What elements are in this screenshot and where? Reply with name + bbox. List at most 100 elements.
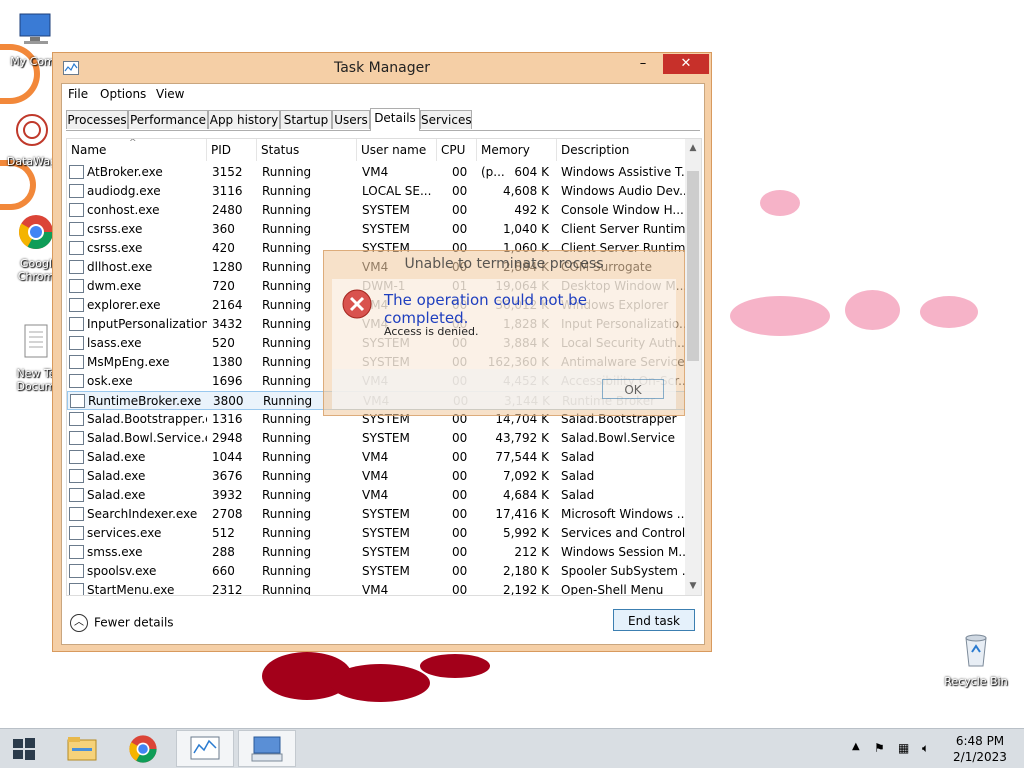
close-button[interactable]: ✕: [663, 54, 709, 74]
process-icon: [69, 507, 84, 521]
cell-cpu: 00: [452, 431, 468, 445]
cell-cpu: 00: [452, 165, 468, 179]
cell-mem: 17,416 K: [495, 507, 549, 521]
minimize-button[interactable]: –: [629, 54, 657, 74]
end-task-button[interactable]: End task: [613, 609, 695, 631]
ok-button[interactable]: OK: [602, 379, 664, 399]
dialog-sub-message: Access is denied.: [384, 325, 479, 338]
column-header-memory[interactable]: Memory (p...: [477, 139, 557, 179]
menu-view[interactable]: View: [156, 87, 184, 101]
tab-startup[interactable]: Startup: [280, 110, 332, 129]
cell-status: Running: [262, 450, 312, 464]
vertical-scrollbar[interactable]: ▲ ▼: [685, 139, 701, 595]
cell-name: SearchIndexer.exe: [87, 507, 198, 521]
start-button[interactable]: [0, 730, 48, 767]
table-row[interactable]: Salad.exe 1044 Running VM4 00 77,544 K Salad: [67, 448, 689, 467]
scrollbar-thumb[interactable]: [687, 171, 699, 361]
tab-processes[interactable]: Processes: [66, 110, 128, 129]
text-document-icon: [24, 324, 48, 358]
scroll-up-icon[interactable]: ▲: [685, 141, 701, 155]
clock-time[interactable]: 6:48 PM: [950, 734, 1010, 748]
cell-name: services.exe: [87, 526, 162, 540]
column-header-user-name[interactable]: User name: [357, 139, 437, 161]
cell-user: LOCAL SE...: [362, 184, 432, 198]
cell-pid: 1696: [212, 374, 243, 388]
process-icon: [69, 298, 84, 312]
cell-status: Running: [262, 583, 312, 596]
error-dialog[interactable]: Unable to terminate process The operatio…: [323, 250, 685, 416]
cell-pid: 512: [212, 526, 235, 540]
table-row[interactable]: csrss.exe 360 Running SYSTEM 00 1,040 K Client…: [67, 220, 689, 239]
tab-users[interactable]: Users: [332, 110, 370, 129]
cell-pid: 3800: [213, 394, 244, 408]
tab-details[interactable]: Details: [370, 108, 420, 131]
cell-status: Running: [262, 165, 312, 179]
cell-user: VM4: [362, 488, 389, 502]
cell-mem: 4,608 K: [502, 184, 549, 198]
table-row[interactable]: smss.exe 288 Running SYSTEM 00 212 K Windows S…: [67, 543, 689, 562]
cell-user: VM4: [362, 469, 389, 483]
table-row[interactable]: Salad.exe 3932 Running VM4 00 4,684 K Salad: [67, 486, 689, 505]
table-row[interactable]: audiodg.exe 3116 Running LOCAL SE... 00 4,608…: [67, 182, 689, 201]
taskbar-chrome[interactable]: [114, 730, 172, 767]
table-row[interactable]: conhost.exe 2480 Running SYSTEM 00 492 K Conso…: [67, 201, 689, 220]
process-icon: [69, 355, 84, 369]
cell-name: Salad.exe: [87, 469, 146, 483]
cell-pid: 2164: [212, 298, 243, 312]
cell-cpu: 00: [452, 222, 468, 236]
process-icon: [69, 374, 84, 388]
tray-overflow-icon[interactable]: ▲: [852, 741, 860, 752]
column-header-description[interactable]: Description: [557, 139, 689, 161]
cell-name: dwm.exe: [87, 279, 142, 293]
action-center-flag-icon[interactable]: ⚑: [874, 741, 885, 755]
table-row[interactable]: services.exe 512 Running SYSTEM 00 5,992 K Ser…: [67, 524, 689, 543]
menu-file[interactable]: File: [68, 87, 88, 101]
column-header-cpu[interactable]: CPU: [437, 139, 477, 161]
network-icon[interactable]: ▦: [898, 741, 909, 755]
scroll-down-icon[interactable]: ▼: [685, 579, 701, 593]
fewer-details-label: Fewer details: [94, 615, 174, 630]
cell-cpu: 00: [452, 184, 468, 198]
cell-mem: 492 K: [514, 203, 549, 217]
cell-desc: Client Server Runtim...: [561, 222, 687, 236]
desktop-icon-recycle-bin[interactable]: Recycle Bin: [944, 630, 1008, 688]
process-icon: [69, 317, 84, 331]
column-header-status[interactable]: Status: [257, 139, 357, 161]
cell-pid: 420: [212, 241, 235, 255]
column-header-pid[interactable]: PID: [207, 139, 257, 161]
cell-pid: 1380: [212, 355, 243, 369]
clock-date[interactable]: 2/1/2023: [950, 750, 1010, 764]
tab-performance[interactable]: Performance: [128, 110, 208, 129]
cell-mem: 5,992 K: [502, 526, 549, 540]
table-row[interactable]: Salad.Bowl.Service.exe 2948 Running SYSTEM 0…: [67, 429, 689, 448]
process-icon: [69, 583, 84, 595]
volume-icon[interactable]: 🔈︎: [922, 741, 929, 756]
dialog-button-area: OK: [332, 369, 676, 409]
table-row[interactable]: SearchIndexer.exe 2708 Running SYSTEM 00 17,4…: [67, 505, 689, 524]
recycle-bin-icon: [965, 634, 987, 667]
window-titlebar[interactable]: Task Manager – ✕: [53, 53, 711, 83]
table-row[interactable]: AtBroker.exe 3152 Running VM4 00 604 K Windows…: [67, 163, 689, 182]
cell-pid: 720: [212, 279, 235, 293]
taskbar-on-screen-keyboard[interactable]: [238, 730, 296, 767]
table-row[interactable]: StartMenu.exe 2312 Running VM4 00 2,192 K Open…: [67, 581, 689, 596]
table-row[interactable]: spoolsv.exe 660 Running SYSTEM 00 2,180 K Spoo…: [67, 562, 689, 581]
column-header-name[interactable]: Name ^: [67, 139, 207, 161]
cell-name: lsass.exe: [87, 336, 142, 350]
cell-name: Salad.exe: [87, 450, 146, 464]
menu-options[interactable]: Options: [100, 87, 146, 101]
fewer-details-link[interactable]: ︿ Fewer details: [70, 614, 174, 632]
cell-user: VM4: [362, 165, 389, 179]
taskbar-file-explorer[interactable]: [54, 730, 112, 767]
tab-app-history[interactable]: App history: [208, 110, 280, 129]
cell-name: InputPersonalization...: [87, 317, 207, 331]
tab-services[interactable]: Services: [420, 110, 472, 129]
cell-status: Running: [262, 431, 312, 445]
table-row[interactable]: Salad.exe 3676 Running VM4 00 7,092 K Salad: [67, 467, 689, 486]
cell-mem: 212 K: [514, 545, 549, 559]
wallpaper-pink-splash-1: [760, 190, 800, 216]
cell-desc: Salad: [561, 488, 595, 502]
process-icon: [69, 184, 84, 198]
cell-name: audiodg.exe: [87, 184, 161, 198]
taskbar-task-manager[interactable]: [176, 730, 234, 767]
